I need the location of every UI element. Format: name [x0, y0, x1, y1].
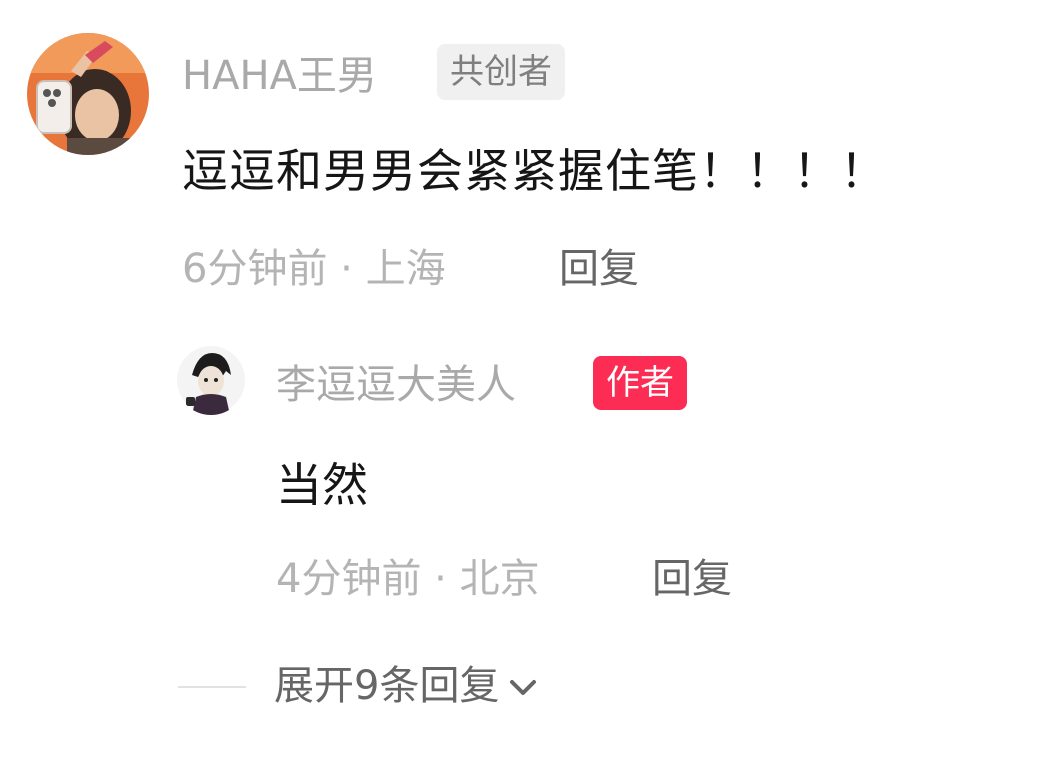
reply-reply-button[interactable]: 回复 — [652, 550, 732, 608]
user-avatar[interactable] — [27, 33, 149, 155]
comment-thread: HAHA王男 共创者 逗逗和男男会紧紧握住笔！！！！ 6分钟前 · 上海 回复 … — [0, 0, 1052, 769]
comment-text: 逗逗和男男会紧紧握住笔！！！！ — [182, 144, 887, 198]
expand-divider — [178, 686, 246, 688]
reply-avatar[interactable] — [176, 345, 246, 415]
author-badge: 作者 — [593, 356, 687, 410]
reply-username[interactable]: 李逗逗大美人 — [276, 357, 516, 413]
comment-meta: 6分钟前 · 上海 — [182, 246, 446, 292]
expand-replies-button[interactable]: 展开9条回复 — [274, 656, 537, 716]
comment-reply-button[interactable]: 回复 — [559, 240, 639, 298]
reply-meta: 4分钟前 · 北京 — [276, 556, 540, 602]
expand-replies-label: 展开9条回复 — [274, 663, 500, 709]
comment-username[interactable]: HAHA王男 — [182, 48, 377, 104]
avatar-photo-icon — [27, 33, 149, 155]
cocreator-badge: 共创者 — [437, 44, 565, 100]
reply-text: 当然 — [276, 458, 368, 512]
chevron-down-icon — [509, 656, 537, 716]
anime-avatar-icon — [176, 345, 246, 415]
